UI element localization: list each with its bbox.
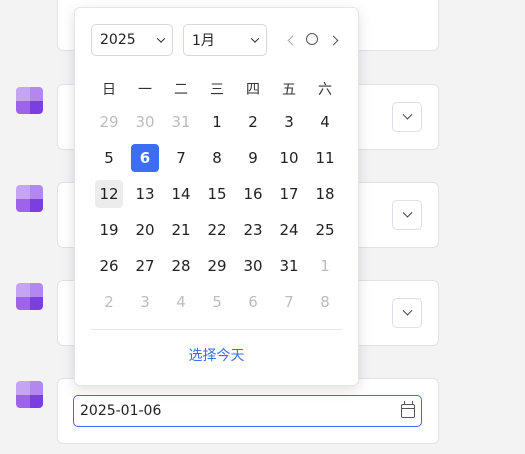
day-cell[interactable]: 1 [203, 108, 231, 136]
day-cell[interactable]: 25 [311, 216, 339, 244]
calendar-icon[interactable] [401, 401, 415, 418]
day-cell[interactable]: 2 [239, 108, 267, 136]
date-input[interactable] [73, 395, 422, 427]
weekday-label: 三 [210, 82, 224, 98]
day-cell[interactable]: 3 [131, 288, 159, 316]
weekday-label: 六 [318, 82, 332, 98]
day-cell[interactable]: 26 [95, 252, 123, 280]
day-cell[interactable]: 13 [131, 180, 159, 208]
weekday-label: 一 [138, 82, 152, 98]
chevron-left-icon [287, 35, 297, 45]
day-cell[interactable]: 5 [95, 144, 123, 172]
day-cell[interactable]: 18 [311, 180, 339, 208]
app-logo-icon [16, 381, 43, 408]
row-1-select[interactable] [392, 102, 422, 132]
day-cell[interactable]: 29 [95, 108, 123, 136]
day-cell[interactable]: 19 [95, 216, 123, 244]
day-cell[interactable]: 9 [239, 144, 267, 172]
day-cell[interactable]: 7 [275, 288, 303, 316]
day-cell-selected[interactable]: 6 [131, 144, 159, 172]
day-cell[interactable]: 23 [239, 216, 267, 244]
current-month-button[interactable] [306, 33, 318, 45]
day-cell[interactable]: 4 [167, 288, 195, 316]
day-cell[interactable]: 6 [239, 288, 267, 316]
day-cell[interactable]: 11 [311, 144, 339, 172]
chevron-down-icon [250, 34, 260, 43]
chevron-right-icon [328, 35, 338, 45]
day-cell[interactable]: 31 [275, 252, 303, 280]
select-today-button[interactable]: 选择今天 [75, 345, 358, 365]
chevron-down-icon [156, 34, 166, 43]
day-cell[interactable]: 30 [131, 108, 159, 136]
chevron-down-icon [402, 109, 412, 120]
day-cell[interactable]: 16 [239, 180, 267, 208]
day-cell[interactable]: 8 [203, 144, 231, 172]
day-cell[interactable]: 21 [167, 216, 195, 244]
day-cell[interactable]: 20 [131, 216, 159, 244]
day-cell[interactable]: 3 [275, 108, 303, 136]
date-input-field[interactable] [80, 403, 401, 419]
day-cell[interactable]: 24 [275, 216, 303, 244]
weekday-label: 二 [174, 82, 188, 98]
year-select[interactable]: 2025 [91, 24, 173, 56]
year-select-value: 2025 [100, 32, 136, 48]
weekday-label: 日 [102, 82, 116, 98]
next-month-button[interactable] [327, 34, 339, 46]
chevron-down-icon [402, 207, 412, 218]
day-cell[interactable]: 27 [131, 252, 159, 280]
day-cell[interactable]: 31 [167, 108, 195, 136]
day-cell[interactable]: 15 [203, 180, 231, 208]
month-select[interactable]: 1月 [183, 24, 267, 56]
app-logo-icon [16, 185, 43, 212]
day-cell[interactable]: 4 [311, 108, 339, 136]
day-cell[interactable]: 17 [275, 180, 303, 208]
day-cell[interactable]: 10 [275, 144, 303, 172]
row-3-select[interactable] [392, 298, 422, 328]
day-cell[interactable]: 22 [203, 216, 231, 244]
day-cell[interactable]: 30 [239, 252, 267, 280]
app-logo-icon [16, 283, 43, 310]
row-2-select[interactable] [392, 200, 422, 230]
day-cell[interactable]: 1 [311, 252, 339, 280]
day-cell[interactable]: 28 [167, 252, 195, 280]
chevron-down-icon [402, 305, 412, 316]
day-cell[interactable]: 8 [311, 288, 339, 316]
month-select-value: 1月 [192, 33, 215, 49]
divider [91, 329, 342, 330]
day-cell[interactable]: 2 [95, 288, 123, 316]
day-cell[interactable]: 5 [203, 288, 231, 316]
weekday-label: 五 [282, 82, 296, 98]
day-cell[interactable]: 29 [203, 252, 231, 280]
prev-month-button[interactable] [286, 34, 298, 46]
day-cell[interactable]: 14 [167, 180, 195, 208]
weekday-label: 四 [246, 82, 260, 98]
day-cell[interactable]: 7 [167, 144, 195, 172]
date-picker-popup: 2025 1月 日一二三四五六 29 30 31 1 2 3 4 5 6 7 8 9 10 11 12 13 1… [74, 7, 359, 386]
app-logo-icon [16, 87, 43, 114]
day-cell-today[interactable]: 12 [95, 180, 123, 208]
